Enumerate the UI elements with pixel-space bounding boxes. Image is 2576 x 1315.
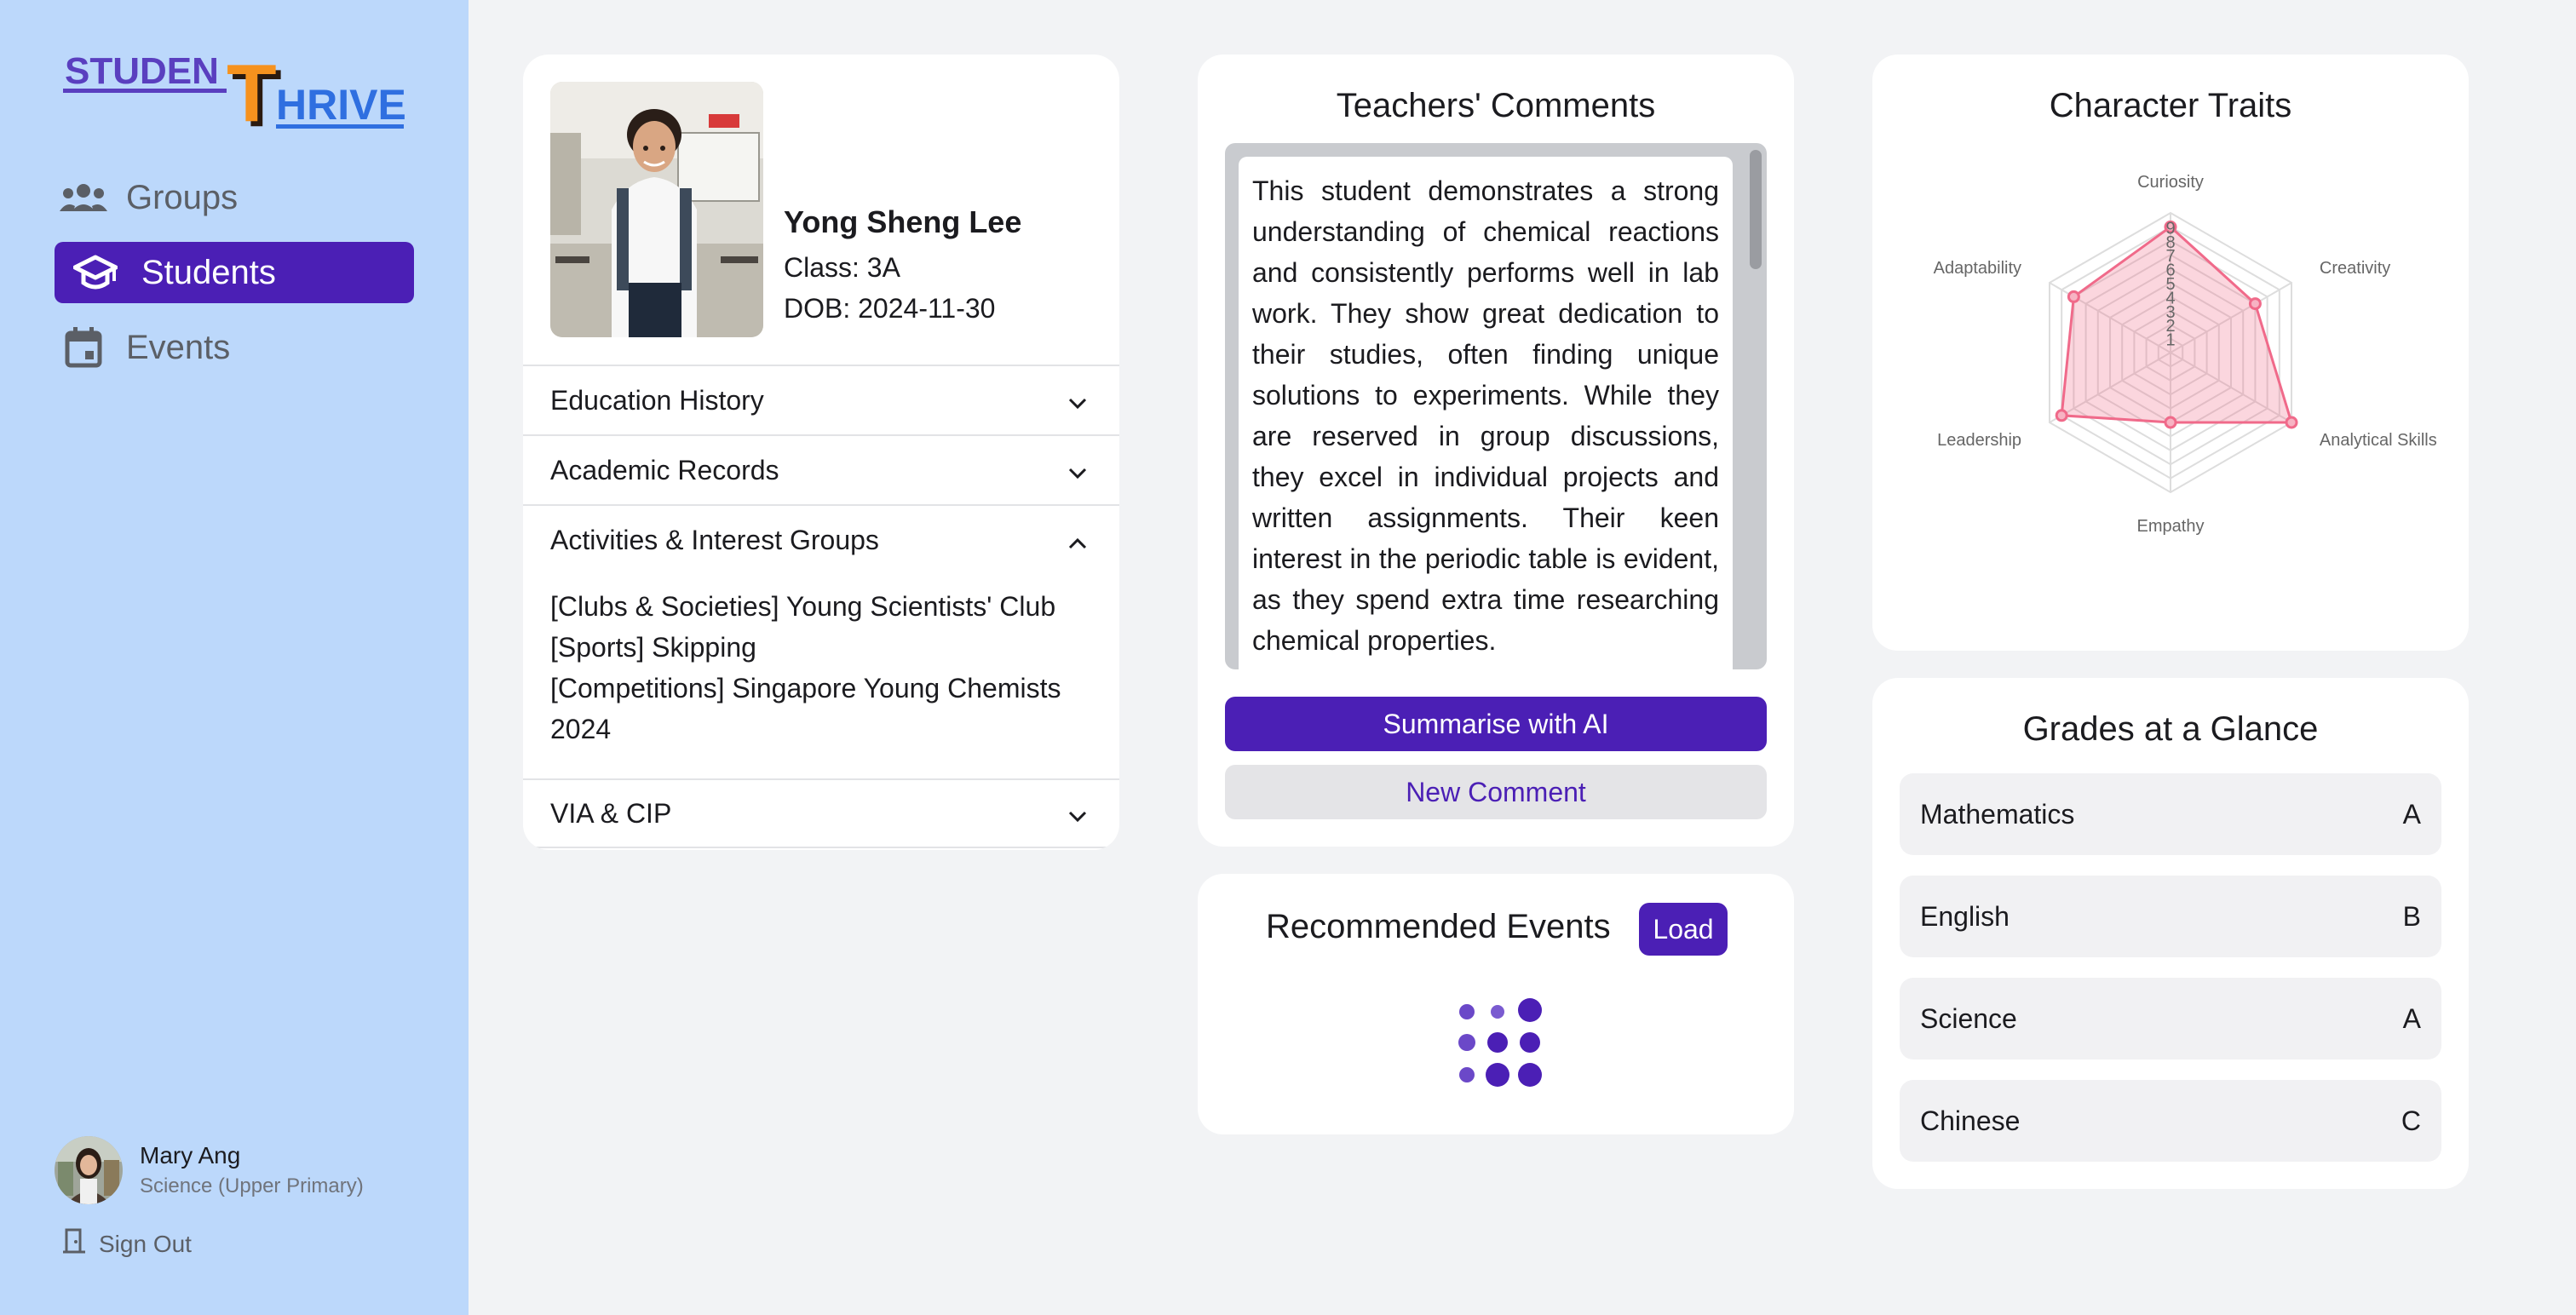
user-profile[interactable]: Mary Ang Science (Upper Primary) (55, 1136, 364, 1204)
sidebar: STUDEN T T HRIVE Groups Students Events … (0, 0, 469, 1315)
door-icon (63, 1228, 87, 1260)
character-traits-card: Character Traits 1 2 3 4 5 6 7 8 9 Curiosity Creat… (1872, 55, 2469, 651)
groups-icon (58, 172, 109, 223)
avatar (55, 1136, 123, 1204)
graduation-cap-icon (70, 247, 121, 298)
loading-spinner-icon (1458, 998, 1542, 1087)
accordion-academic-records[interactable]: Academic Records (523, 434, 1119, 504)
scrollbar[interactable] (1750, 150, 1762, 269)
radar-category-label: Curiosity (2137, 173, 2204, 192)
radar-point (2248, 297, 2262, 311)
student-dob: DOB: 2024-11-30 (784, 293, 996, 324)
sidebar-item-events[interactable]: Events (55, 317, 414, 378)
list-item: [Clubs & Societies] Young Scientists' Cl… (550, 591, 1056, 622)
radar-point (2164, 416, 2177, 429)
radar-category-label: Creativity (2320, 259, 2390, 278)
accordion-education-history[interactable]: Education History (523, 365, 1119, 434)
comments-title: Teachers' Comments (1336, 87, 1656, 124)
chevron-up-icon (1068, 525, 1087, 556)
radar-category-label: Empathy (2137, 517, 2205, 536)
activities-list: [Clubs & Societies] Young Scientists' Cl… (550, 586, 1095, 749)
grade-value: A (2402, 798, 2421, 830)
grade-value: C (2401, 1105, 2421, 1136)
radar-point (2067, 290, 2080, 303)
sidebar-item-groups[interactable]: Groups (55, 167, 414, 228)
grades-title: Grades at a Glance (2022, 710, 2319, 748)
comment-text: This student demonstrates a strong under… (1239, 157, 1733, 669)
sidebar-item-label: Events (126, 328, 231, 366)
svg-text:HRIVE: HRIVE (276, 81, 406, 129)
list-item: [Competitions] Singapore Young Chemists … (550, 673, 1061, 744)
radar-category-label: Leadership (1937, 431, 2021, 450)
teachers-comments-card: Teachers' Comments This student demonstr… (1198, 55, 1794, 847)
accordion-activities[interactable]: Activities & Interest Groups (523, 504, 1119, 574)
grade-subject: Chinese (1920, 1105, 2021, 1136)
recommended-events-card: Recommended Events Load (1198, 874, 1794, 1134)
student-class: Class: 3A (784, 252, 900, 283)
accordion-label: VIA & CIP (550, 797, 672, 829)
studentthrive-logo[interactable]: STUDEN T T HRIVE (61, 48, 411, 133)
radar-category-label: Adaptability (1934, 259, 2021, 278)
grade-subject: Science (1920, 1002, 2017, 1034)
grades-card: Grades at a Glance Mathematics A English… (1872, 678, 2469, 1189)
chevron-down-icon (1068, 455, 1087, 486)
summarise-ai-button[interactable]: Summarise with AI (1225, 697, 1767, 751)
grade-row[interactable]: Mathematics A (1900, 773, 2441, 855)
chevron-down-icon (1068, 798, 1087, 830)
comment-scroll-area[interactable]: This student demonstrates a strong under… (1225, 143, 1767, 669)
grade-value: B (2402, 900, 2421, 932)
list-item: [Sports] Skipping (550, 632, 756, 663)
grade-row[interactable]: Science A (1900, 978, 2441, 1059)
grade-value: A (2402, 1002, 2421, 1034)
chevron-down-icon (1068, 385, 1087, 416)
svg-text:STUDEN: STUDEN (65, 50, 219, 92)
traits-title: Character Traits (2049, 87, 2292, 124)
events-title: Recommended Events (1266, 908, 1611, 945)
grade-subject: English (1920, 900, 2010, 932)
user-name: Mary Ang (140, 1142, 241, 1169)
sign-out-label: Sign Out (99, 1230, 192, 1257)
accordion-label: Academic Records (550, 454, 779, 485)
svg-text:T: T (227, 48, 277, 133)
radar-point (2285, 416, 2298, 429)
sidebar-item-students[interactable]: Students (55, 242, 414, 303)
student-name: Yong Sheng Lee (784, 204, 1022, 239)
grade-row[interactable]: Chinese C (1900, 1080, 2441, 1162)
sign-out-button[interactable]: Sign Out (63, 1228, 192, 1260)
grade-row[interactable]: English B (1900, 876, 2441, 957)
grade-subject: Mathematics (1920, 798, 2075, 830)
accordion-label: Activities & Interest Groups (550, 524, 879, 555)
new-comment-button[interactable]: New Comment (1225, 765, 1767, 819)
sidebar-item-label: Students (141, 253, 276, 291)
student-photo (550, 82, 763, 337)
user-role: Science (Upper Primary) (140, 1174, 364, 1197)
accordion-label: Education History (550, 384, 764, 416)
radar-category-label: Analytical Skills (2320, 431, 2437, 450)
calendar-icon (58, 322, 109, 373)
sidebar-item-label: Groups (126, 178, 239, 216)
load-button[interactable]: Load (1639, 903, 1728, 956)
radar-tick-label: 9 (2165, 219, 2175, 238)
student-profile-card: Yong Sheng Lee Class: 3A DOB: 2024-11-30… (523, 55, 1119, 850)
accordion-via-cip[interactable]: VIA & CIP (523, 778, 1119, 848)
radar-point (2055, 409, 2068, 422)
character-traits-radar-chart: 123456789CuriosityCreativityAnalytical S… (1934, 173, 2437, 536)
